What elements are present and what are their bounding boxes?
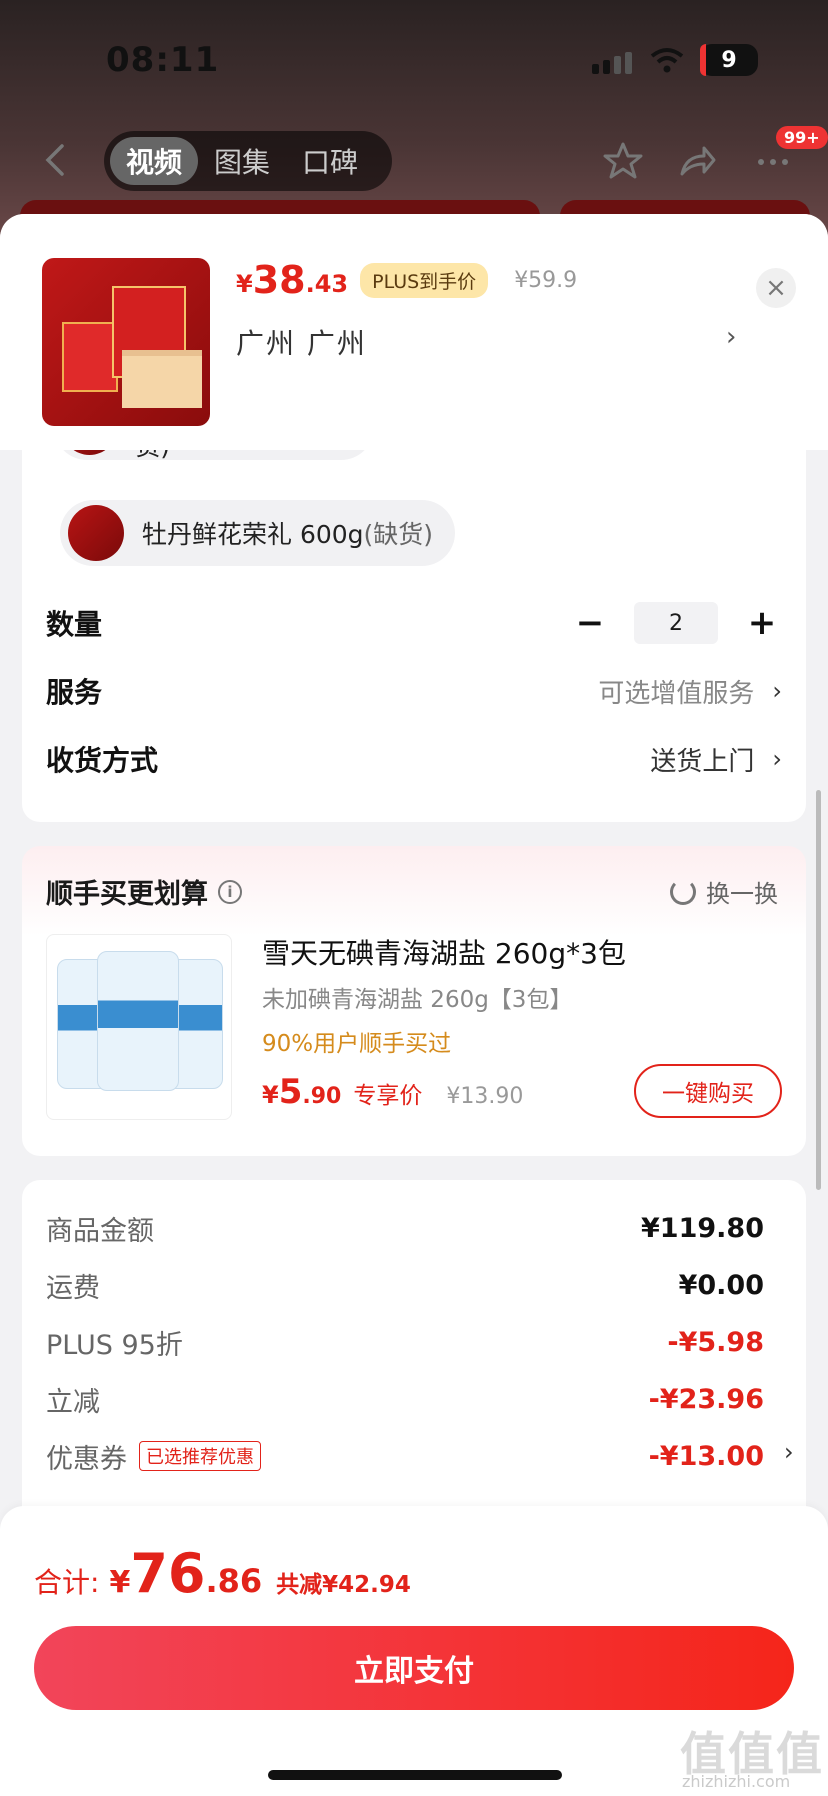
quantity-stepper: − 2 + — [570, 602, 782, 644]
price-integer: 5 — [278, 1072, 303, 1112]
option-thumbnail — [68, 505, 124, 561]
status-time: 08:11 — [106, 40, 220, 80]
summary-label: PLUS 95折 — [46, 1329, 183, 1361]
delivery-address[interactable]: 广州 广州 — [236, 322, 367, 362]
addon-card: 顺手买更划算 i 换一换 雪天无碘青海湖盐 260g*3包 未加碘青海湖盐 26… — [22, 846, 806, 1156]
option-label: 牡丹鲜花荣礼 600g — [142, 520, 364, 549]
summary-value: ¥119.80 — [641, 1212, 764, 1244]
spec-card: 花开富贵礼盒(缺货) 牡丹鲜花荣礼 600g(缺货) 数量 − 2 + 服务 可… — [22, 394, 806, 822]
summary-row: PLUS 95折 -¥5.98 — [46, 1320, 764, 1364]
checkout-footer: 合计: ¥ 76 .86 共减¥42.94 立即支付 值值值 zhizhizhi… — [0, 1506, 828, 1796]
top-navbar: 视频 图集 口碑 — [0, 128, 828, 192]
increment-button[interactable]: + — [742, 603, 782, 643]
summary-label: 运费 — [46, 1272, 100, 1304]
product-price-row: ¥ 38 .43 PLUS到手价 ¥59.9 — [236, 258, 577, 302]
summary-value: -¥23.96 — [648, 1383, 764, 1415]
addon-title-text: 顺手买更划算 — [46, 879, 208, 910]
price-summary-card: 商品金额 ¥119.80 运费 ¥0.00 PLUS 95折 -¥5.98 立减… — [22, 1180, 806, 1510]
cellular-signal-icon — [592, 52, 632, 74]
original-price: ¥59.9 — [514, 267, 578, 293]
battery-indicator: 9 — [700, 44, 758, 76]
summary-row: 商品金额 ¥119.80 — [46, 1206, 764, 1250]
wifi-icon — [650, 48, 684, 73]
option-status: (缺货) — [363, 520, 434, 549]
addon-product-image[interactable] — [46, 934, 232, 1120]
chevron-right-icon[interactable]: › — [784, 1438, 794, 1466]
tab-video[interactable]: 视频 — [110, 137, 199, 185]
summary-label: 优惠券 — [46, 1443, 127, 1475]
coupon-tag: 已选推荐优惠 — [139, 1441, 261, 1471]
quantity-row: 数量 − 2 + — [46, 598, 782, 648]
tab-reviews[interactable]: 口碑 — [286, 137, 374, 185]
total-row: 合计: ¥ 76 .86 共减¥42.94 — [34, 1542, 411, 1605]
addon-popularity: 90%用户顺手买过 — [262, 1031, 452, 1057]
original-price: ¥13.90 — [446, 1084, 524, 1109]
service-label: 服务 — [46, 676, 103, 709]
home-indicator[interactable] — [268, 1770, 562, 1780]
pay-now-button[interactable]: 立即支付 — [34, 1626, 794, 1710]
delivery-method-row[interactable]: 收货方式 送货上门 › — [46, 734, 782, 784]
swap-label: 换一换 — [706, 880, 778, 908]
addon-title: 顺手买更划算 i — [46, 872, 242, 911]
tab-gallery[interactable]: 图集 — [198, 137, 286, 185]
total-savings: 共减¥42.94 — [276, 1572, 411, 1598]
price-decimal: .43 — [305, 270, 349, 298]
service-row[interactable]: 服务 可选增值服务 › — [46, 666, 782, 716]
total-decimal: .86 — [205, 1562, 263, 1600]
sheet-header: ¥ 38 .43 PLUS到手价 ¥59.9 × 广州 广州 › — [0, 214, 828, 450]
quantity-label: 数量 — [46, 608, 103, 641]
notification-badge: 99+ — [776, 126, 828, 149]
info-icon[interactable]: i — [218, 879, 242, 904]
decrement-button[interactable]: − — [570, 603, 610, 643]
media-tabs: 视频 图集 口碑 — [104, 131, 392, 191]
product-thumbnail — [42, 258, 210, 426]
scrollbar[interactable] — [816, 790, 821, 1190]
close-button[interactable]: × — [756, 268, 796, 308]
summary-row: 运费 ¥0.00 — [46, 1263, 764, 1307]
chevron-right-icon: › — [772, 745, 782, 773]
swap-button[interactable]: 换一换 — [670, 874, 778, 909]
summary-value: -¥5.98 — [667, 1326, 764, 1358]
delivery-label: 收货方式 — [46, 744, 159, 777]
price-decimal: .90 — [302, 1084, 342, 1109]
coupon-row[interactable]: 优惠券 已选推荐优惠 -¥13.00 — [46, 1434, 764, 1478]
status-bar: 08:11 9 — [0, 0, 828, 110]
share-icon[interactable] — [676, 140, 718, 182]
star-icon[interactable] — [602, 140, 644, 182]
watermark-url: zhizhizhi.com — [682, 1772, 791, 1791]
price-integer: 38 — [252, 258, 306, 302]
chevron-right-icon: › — [772, 677, 782, 705]
total-label: 合计: — [34, 1566, 100, 1599]
back-arrow-icon[interactable] — [40, 140, 70, 180]
service-value: 可选增值服务 — [598, 678, 755, 709]
addon-price-row: ¥ 5 .90 专享价 ¥13.90 — [262, 1072, 523, 1112]
summary-row: 立减 -¥23.96 — [46, 1377, 764, 1421]
one-click-buy-button[interactable]: 一键购买 — [634, 1064, 782, 1118]
addon-product-sub: 未加碘青海湖盐 260g【3包】 — [262, 987, 573, 1013]
price-symbol: ¥ — [236, 270, 253, 298]
price-symbol: ¥ — [262, 1081, 279, 1109]
refresh-icon — [670, 878, 696, 905]
plus-price-tag: PLUS到手价 — [360, 262, 489, 298]
summary-value: ¥0.00 — [678, 1269, 764, 1301]
total-symbol: ¥ — [109, 1565, 131, 1600]
summary-value: -¥13.00 — [648, 1440, 764, 1472]
delivery-value: 送货上门 — [650, 746, 755, 777]
summary-label: 商品金额 — [46, 1215, 154, 1247]
quantity-input[interactable]: 2 — [634, 602, 718, 644]
exclusive-price-tag: 专享价 — [353, 1083, 423, 1109]
addon-product-name[interactable]: 雪天无碘青海湖盐 260g*3包 — [262, 932, 626, 972]
spec-option[interactable]: 牡丹鲜花荣礼 600g (缺货) — [60, 500, 456, 566]
summary-label: 立减 — [46, 1386, 100, 1418]
total-integer: 76 — [130, 1542, 206, 1605]
chevron-right-icon[interactable]: › — [726, 322, 736, 352]
